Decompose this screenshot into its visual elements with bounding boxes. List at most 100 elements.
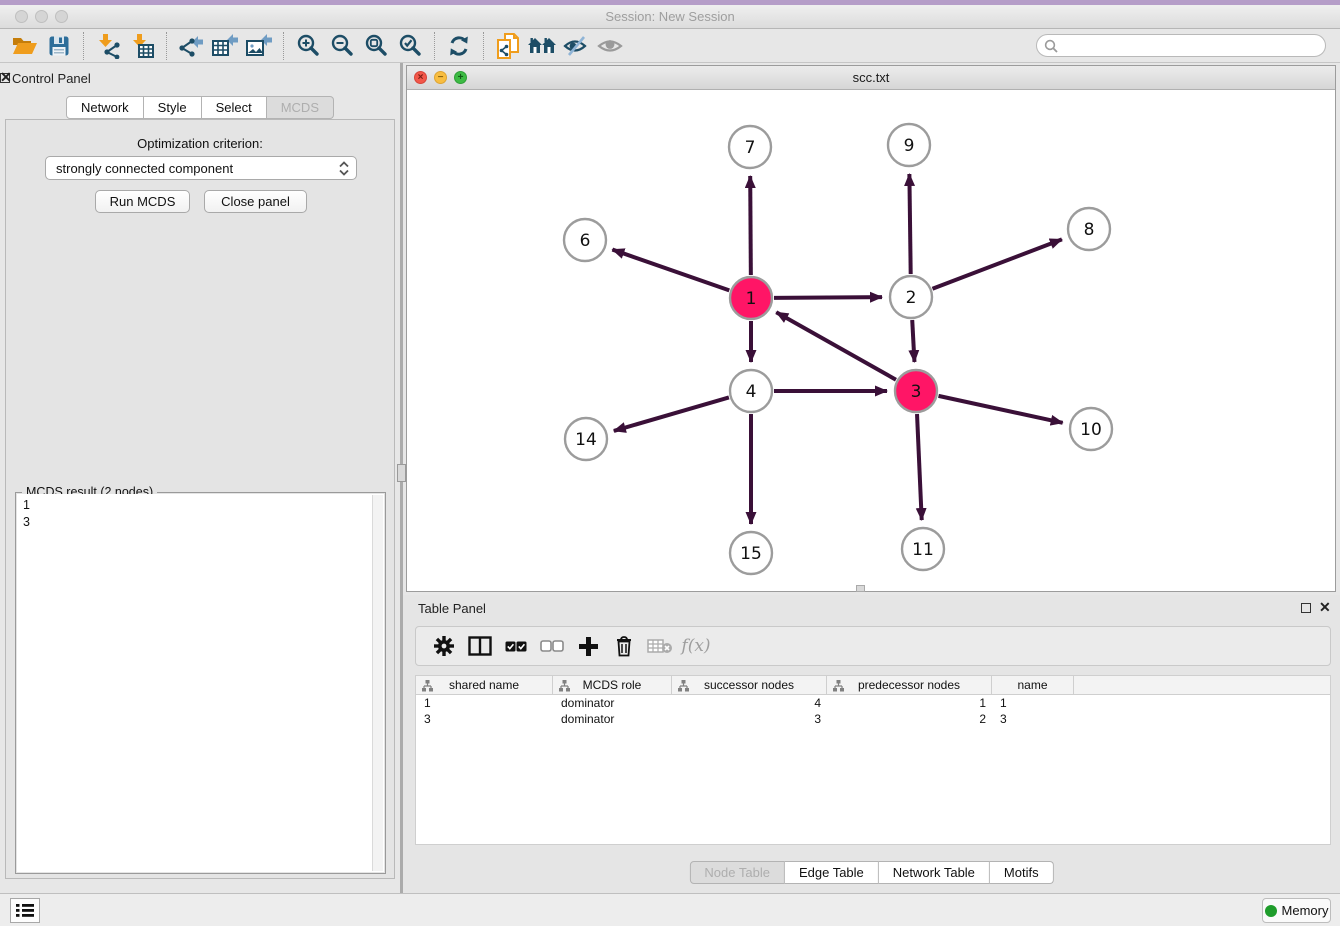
graph-edge-4-14[interactable] — [614, 397, 729, 430]
export-network-button[interactable] — [174, 31, 208, 61]
network-maximize-button[interactable]: + — [454, 71, 467, 84]
run-mcds-button[interactable]: Run MCDS — [95, 190, 190, 213]
graph-edge-3-10[interactable] — [938, 396, 1062, 423]
delete-column-button[interactable] — [606, 629, 642, 663]
graph-edge-1-2[interactable] — [774, 297, 882, 298]
main-toolbar — [0, 29, 1340, 63]
open-folder-icon — [12, 35, 38, 57]
select-all-columns-button[interactable] — [498, 629, 534, 663]
copy-network-icon — [495, 32, 521, 60]
column-header-mcds-role[interactable]: MCDS role — [553, 676, 672, 694]
save-session-button[interactable] — [42, 31, 76, 61]
float-panel-icon[interactable] — [1301, 603, 1311, 613]
tab-style[interactable]: Style — [144, 96, 202, 119]
export-image-icon — [245, 33, 273, 59]
close-panel-button[interactable]: Close panel — [204, 190, 307, 213]
search-input[interactable] — [1036, 34, 1326, 57]
zoom-out-button[interactable] — [325, 31, 359, 61]
flow-icon — [422, 680, 433, 692]
tab-node-table[interactable]: Node Table — [689, 861, 785, 884]
tab-motifs[interactable]: Motifs — [990, 861, 1054, 884]
control-panel: Control Panel ✕ Network Style Select MCD… — [0, 63, 400, 893]
delete-table-button[interactable] — [642, 629, 678, 663]
memory-button[interactable]: Memory — [1262, 898, 1331, 923]
mcds-result-text[interactable]: 1 3 — [17, 494, 384, 872]
export-network-icon — [178, 33, 204, 59]
optimization-criterion-label: Optimization criterion: — [6, 136, 394, 151]
mcds-panel-body: Optimization criterion: strongly connect… — [5, 119, 395, 879]
import-table-button[interactable] — [125, 31, 159, 61]
network-graph[interactable]: 7968124314101511 — [407, 90, 1335, 591]
tab-edge-table[interactable]: Edge Table — [785, 861, 879, 884]
plus-icon — [578, 636, 599, 657]
search-icon — [1044, 39, 1058, 53]
graph-edge-3-1[interactable] — [776, 312, 896, 379]
refresh-view-button[interactable] — [442, 31, 476, 61]
tab-network[interactable]: Network — [66, 96, 144, 119]
graph-node-label: 7 — [745, 138, 756, 158]
tab-select[interactable]: Select — [202, 96, 267, 119]
graph-edge-1-7[interactable] — [750, 176, 751, 275]
table-row[interactable]: 1 dominator 4 1 1 — [416, 695, 1330, 711]
splitter-grip[interactable] — [397, 464, 406, 482]
trash-icon — [614, 635, 634, 657]
close-window-button[interactable] — [15, 10, 28, 23]
table-settings-button[interactable] — [426, 629, 462, 663]
zoom-fit-button[interactable] — [359, 31, 393, 61]
table-panel: Table Panel ✕ — [403, 595, 1340, 893]
network-minimize-button[interactable]: − — [434, 71, 447, 84]
unselect-all-columns-button[interactable] — [534, 629, 570, 663]
graph-node-label: 9 — [904, 136, 915, 156]
graph-edge-3-11[interactable] — [917, 414, 922, 520]
minimize-window-button[interactable] — [35, 10, 48, 23]
graph-edge-2-9[interactable] — [909, 174, 910, 274]
show-hide-graphics-button[interactable] — [559, 31, 593, 61]
network-close-button[interactable]: × — [414, 71, 427, 84]
graph-node-label: 6 — [580, 231, 591, 251]
open-file-button[interactable] — [8, 31, 42, 61]
close-panel-icon[interactable]: ✕ — [0, 69, 12, 86]
copy-network-button[interactable] — [491, 31, 525, 61]
split-view-button[interactable] — [462, 629, 498, 663]
table-header-row: shared name MCDS role successor nodes pr… — [416, 676, 1330, 695]
homes-icon — [527, 35, 557, 57]
column-header-predecessor-nodes[interactable]: predecessor nodes — [827, 676, 992, 694]
export-table-button[interactable] — [208, 31, 242, 61]
network-view-window: × − + scc.txt 7968124314101511 — [406, 65, 1336, 592]
column-header-name[interactable]: name — [992, 676, 1074, 694]
table-row[interactable]: 3 dominator 3 2 3 — [416, 711, 1330, 727]
column-header-successor-nodes[interactable]: successor nodes — [672, 676, 827, 694]
graph-edge-2-8[interactable] — [932, 239, 1061, 288]
show-hide-annotations-button[interactable] — [593, 31, 627, 61]
task-history-button[interactable] — [10, 898, 40, 923]
optimization-criterion-select[interactable]: strongly connected component — [45, 156, 357, 180]
close-panel-icon[interactable]: ✕ — [1319, 599, 1331, 616]
graph-node-label: 2 — [906, 288, 917, 308]
toolbar-separator — [283, 32, 284, 60]
function-builder-button[interactable]: f(x) — [678, 629, 714, 663]
maximize-window-button[interactable] — [55, 10, 68, 23]
graph-edge-1-6[interactable] — [612, 250, 729, 291]
add-column-button[interactable] — [570, 629, 606, 663]
graph-edge-2-3[interactable] — [912, 320, 914, 362]
result-scrollbar[interactable] — [372, 495, 383, 871]
tab-network-table[interactable]: Network Table — [879, 861, 990, 884]
import-network-button[interactable] — [91, 31, 125, 61]
tab-mcds[interactable]: MCDS — [267, 96, 334, 119]
network-window-title: scc.txt — [407, 66, 1335, 89]
window-title: Session: New Session — [0, 5, 1340, 29]
app-titlebar: Session: New Session — [0, 5, 1340, 29]
column-header-shared-name[interactable]: shared name — [416, 676, 553, 694]
export-image-button[interactable] — [242, 31, 276, 61]
zoom-selected-button[interactable] — [393, 31, 427, 61]
save-icon — [48, 35, 70, 57]
graph-node-label: 8 — [1084, 220, 1095, 240]
status-bar: Memory — [0, 893, 1340, 926]
network-splitter-grip[interactable] — [856, 585, 865, 592]
select-chevrons-icon — [338, 161, 350, 176]
search-field-wrap — [1036, 34, 1326, 57]
toolbar-separator — [434, 32, 435, 60]
first-neighbors-button[interactable] — [525, 31, 559, 61]
zoom-in-button[interactable] — [291, 31, 325, 61]
zoom-out-icon — [330, 33, 355, 58]
